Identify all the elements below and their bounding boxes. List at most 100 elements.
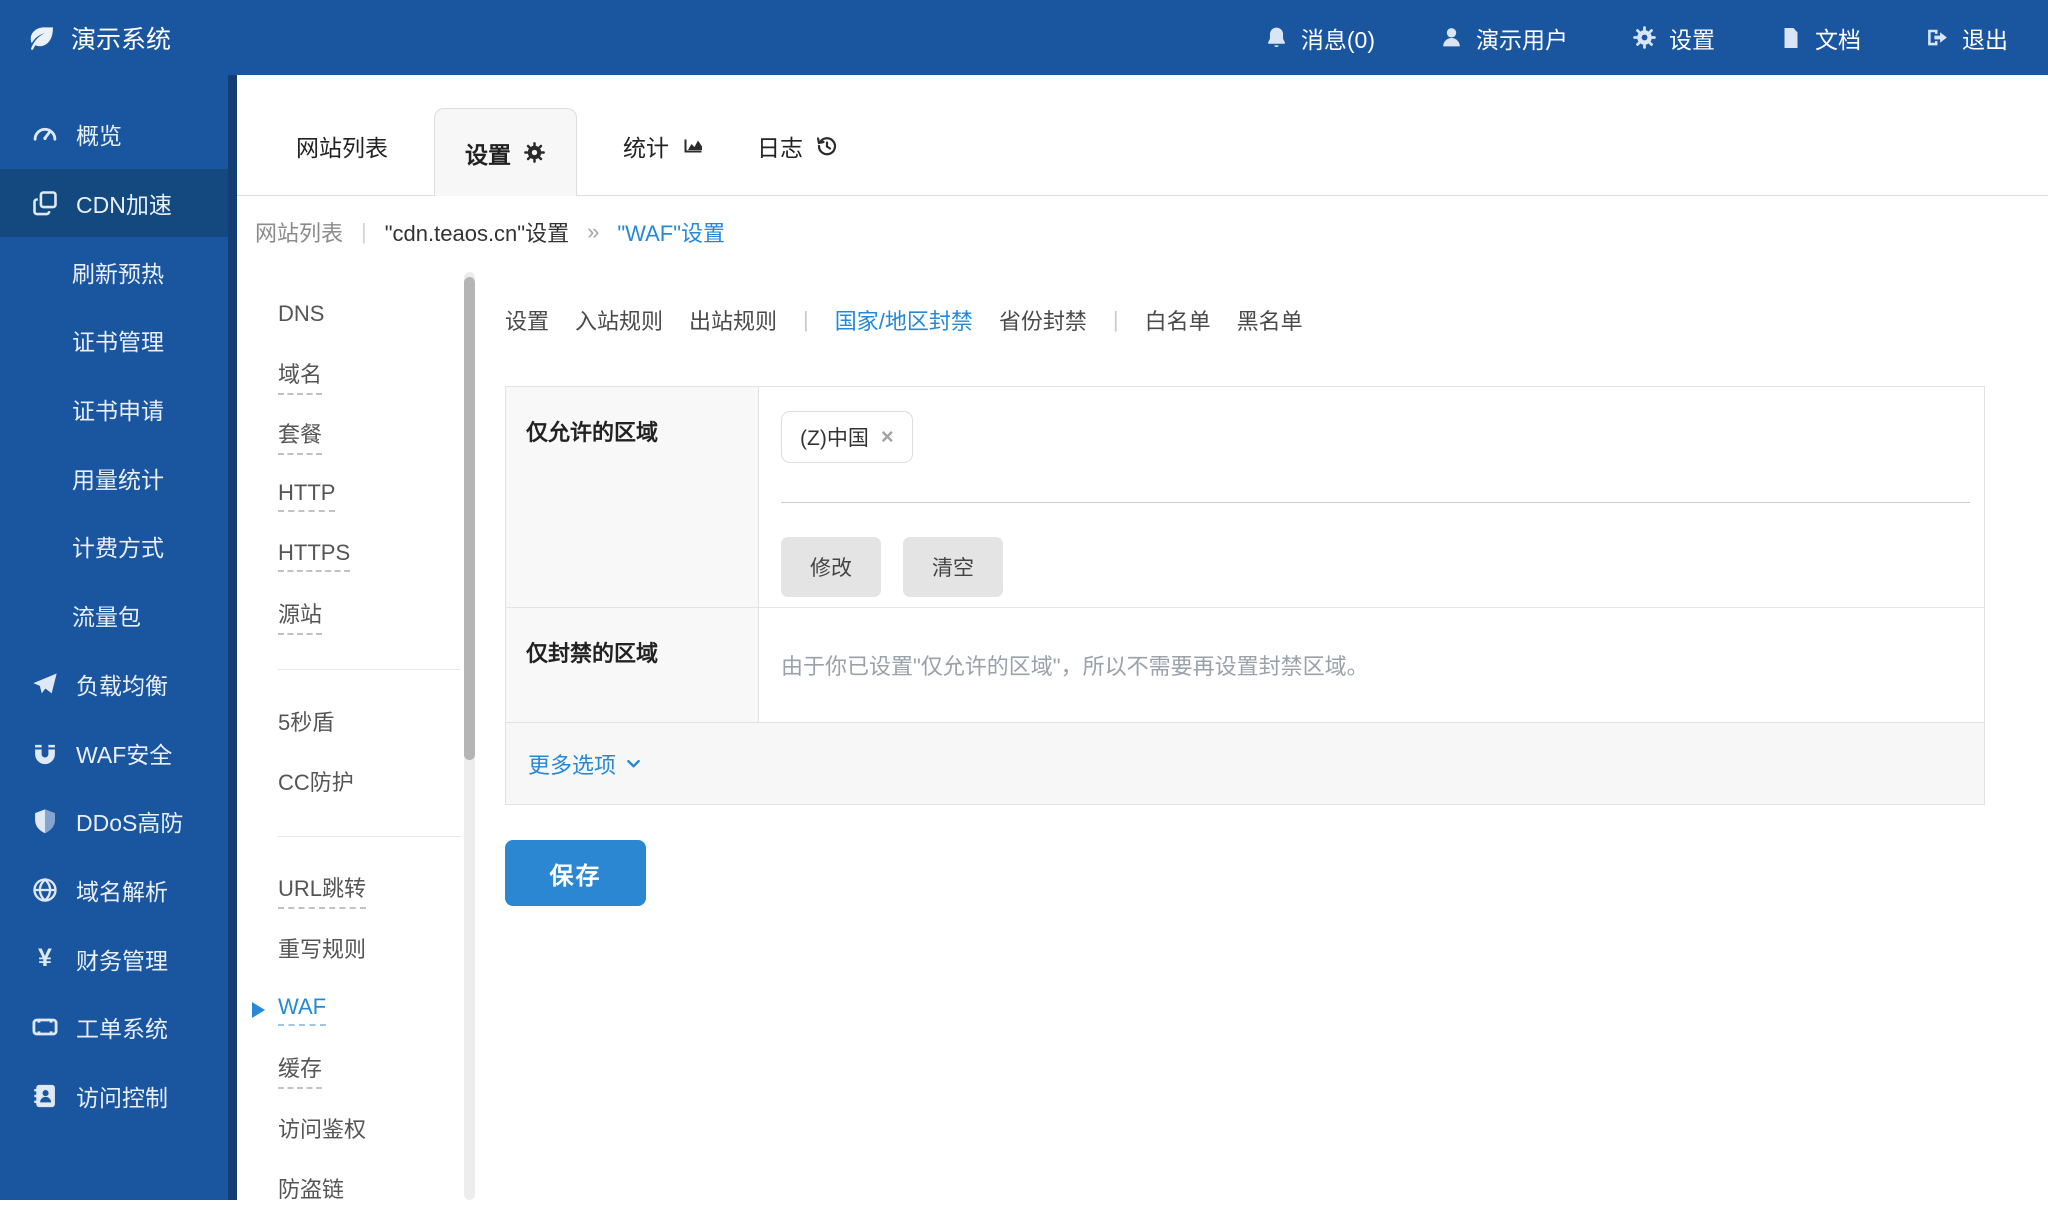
clear-button[interactable]: 清空	[903, 537, 1003, 597]
sidebar-item-overview[interactable]: 概览	[0, 100, 228, 169]
gear-icon	[1632, 25, 1657, 50]
topbar-item-label: 演示用户	[1476, 26, 1568, 53]
sidebar: 概览 CDN加速 刷新预热 证书管理 证书申请 用量统计 计费方式 流量包 负载…	[0, 75, 237, 1200]
sidebar-item-access-control[interactable]: 访问控制	[0, 1062, 228, 1131]
sidebar-item-ddos[interactable]: DDoS高防	[0, 787, 228, 856]
topbar-menu: 消息(0) 演示用户 设置 文档 退出	[1264, 21, 2048, 55]
waf-settings-panel: 设置 入站规则 出站规则 | 国家/地区封禁 省份封禁 | 白名单 黑名单 仅允…	[480, 268, 2048, 1200]
ticket-icon	[30, 1013, 60, 1041]
shield-half-icon	[30, 807, 60, 835]
tag-close-icon[interactable]: ×	[881, 424, 894, 450]
denied-region-placeholder: 由于你已设置"仅允许的区域"，所以不需要再设置封禁区域。	[781, 654, 1369, 679]
tab-statistics[interactable]: 统计	[597, 129, 731, 195]
topbar-item-user[interactable]: 演示用户	[1439, 21, 1568, 55]
subnav-item-https[interactable]: HTTPS	[278, 526, 480, 586]
tab-settings[interactable]: 设置	[434, 108, 577, 196]
waf-nav-province-block[interactable]: 省份封禁	[999, 304, 1087, 336]
sidebar-item-dns-resolve[interactable]: 域名解析	[0, 856, 228, 925]
subnav-item-origin[interactable]: 源站	[278, 586, 480, 646]
subnav-item-hotlink-protect[interactable]: 防盗链	[278, 1160, 480, 1220]
modify-button[interactable]: 修改	[781, 537, 881, 597]
user-icon	[1439, 25, 1464, 50]
sidebar-item-cdn[interactable]: CDN加速	[0, 168, 228, 238]
caret-right-icon	[252, 1002, 265, 1018]
save-button[interactable]: 保存	[505, 840, 646, 906]
topbar-item-label: 文档	[1815, 26, 1861, 53]
breadcrumb: 网站列表 | "cdn.teaos.cn"设置 » "WAF"设置	[237, 196, 2048, 268]
denied-region-field: 由于你已设置"仅允许的区域"，所以不需要再设置封禁区域。	[759, 608, 1984, 722]
region-tag-china[interactable]: (Z)中国 ×	[781, 411, 913, 463]
brand[interactable]: 演示系统	[0, 20, 171, 56]
yen-icon: ¥	[38, 944, 52, 973]
sidebar-item-cert-manage[interactable]: 证书管理	[0, 306, 228, 375]
sidebar-item-label: 证书申请	[72, 398, 164, 425]
topbar-item-messages[interactable]: 消息(0)	[1264, 21, 1375, 55]
topbar-item-logout[interactable]: 退出	[1925, 21, 2008, 55]
subnav-item-rewrite-rules[interactable]: 重写规则	[278, 920, 480, 980]
waf-nav-inbound-rules[interactable]: 入站规则	[575, 304, 663, 336]
doc-icon	[1779, 26, 1803, 50]
topbar-item-settings[interactable]: 设置	[1632, 21, 1715, 55]
sidebar-item-label: CDN加速	[76, 192, 172, 219]
more-options-link[interactable]: 更多选项	[528, 748, 643, 780]
sidebar-item-label: 流量包	[72, 604, 141, 631]
clone-icon	[30, 189, 60, 217]
subnav-item-url-redirect[interactable]: URL跳转	[278, 860, 480, 920]
topbar-item-label: 设置	[1669, 26, 1715, 53]
more-options-label: 更多选项	[528, 752, 617, 778]
more-options-row: 更多选项	[506, 722, 1984, 804]
sidebar-item-label: 工单系统	[76, 1016, 168, 1043]
subnav-item-access-auth[interactable]: 访问鉴权	[278, 1100, 480, 1160]
subnav-item-plan[interactable]: 套餐	[278, 406, 480, 466]
sidebar-item-label: 财务管理	[76, 947, 168, 974]
subnav-item-cache[interactable]: 缓存	[278, 1040, 480, 1100]
breadcrumb-site-list[interactable]: 网站列表	[255, 216, 343, 248]
sidebar-item-label: 概览	[76, 123, 122, 150]
sidebar-item-label: 证书管理	[72, 329, 164, 356]
subnav-item-cc-protect[interactable]: CC防护	[278, 753, 480, 813]
tab-label: 网站列表	[296, 135, 388, 161]
address-book-icon	[30, 1082, 60, 1110]
sidebar-item-refresh-preheat[interactable]: 刷新预热	[0, 237, 228, 306]
sidebar-item-load-balance[interactable]: 负载均衡	[0, 650, 228, 719]
sidebar-item-tickets[interactable]: 工单系统	[0, 993, 228, 1062]
waf-nav-whitelist[interactable]: 白名单	[1145, 304, 1211, 336]
subnav-item-waf[interactable]: WAF	[252, 980, 480, 1040]
gear-icon	[523, 141, 546, 164]
breadcrumb-waf-settings[interactable]: "WAF"设置	[617, 216, 725, 248]
sidebar-item-usage-stats[interactable]: 用量统计	[0, 443, 228, 512]
scrollbar-thumb[interactable]	[464, 277, 475, 760]
tab-site-list[interactable]: 网站列表	[270, 129, 414, 195]
breadcrumb-separator: |	[361, 219, 367, 244]
sidebar-item-label: 域名解析	[76, 878, 168, 905]
history-icon	[815, 134, 839, 158]
subnav-item-dns[interactable]: DNS	[278, 286, 480, 346]
topbar-item-docs[interactable]: 文档	[1779, 21, 1861, 55]
scrollbar-track[interactable]	[464, 272, 475, 1200]
brand-label: 演示系统	[71, 25, 172, 54]
topbar-item-label: 退出	[1962, 26, 2008, 53]
allowed-region-field: (Z)中国 × 修改 清空	[759, 387, 1984, 608]
topbar: 演示系统 消息(0) 演示用户 设置 文档 退出	[0, 0, 2048, 75]
sidebar-item-waf-security[interactable]: WAF安全	[0, 718, 228, 787]
dashboard-icon	[30, 120, 60, 148]
sidebar-item-label: 访问控制	[76, 1084, 168, 1111]
waf-nav-settings[interactable]: 设置	[505, 304, 549, 336]
subnav-item-http[interactable]: HTTP	[278, 466, 480, 526]
settings-sub-sidebar: DNS 域名 套餐 HTTP HTTPS 源站 5秒盾 CC防护 URL跳转 重…	[237, 268, 480, 1202]
tab-logs[interactable]: 日志	[731, 129, 865, 195]
sidebar-item-billing[interactable]: 计费方式	[0, 512, 228, 581]
waf-nav-country-block[interactable]: 国家/地区封禁	[835, 304, 973, 336]
sidebar-item-traffic-pack[interactable]: 流量包	[0, 581, 228, 650]
waf-nav-blacklist[interactable]: 黑名单	[1237, 304, 1303, 336]
waf-nav-separator: |	[1112, 307, 1119, 332]
tab-label: 统计	[623, 135, 669, 161]
waf-nav-outbound-rules[interactable]: 出站规则	[689, 304, 777, 336]
tab-label: 日志	[757, 135, 803, 161]
sidebar-item-label: 计费方式	[72, 535, 164, 562]
sidebar-item-finance[interactable]: ¥ 财务管理	[0, 924, 228, 993]
breadcrumb-site-settings[interactable]: "cdn.teaos.cn"设置	[385, 216, 569, 248]
sidebar-item-cert-apply[interactable]: 证书申请	[0, 375, 228, 444]
subnav-item-domain[interactable]: 域名	[278, 346, 480, 406]
subnav-item-5s-shield[interactable]: 5秒盾	[278, 693, 480, 753]
